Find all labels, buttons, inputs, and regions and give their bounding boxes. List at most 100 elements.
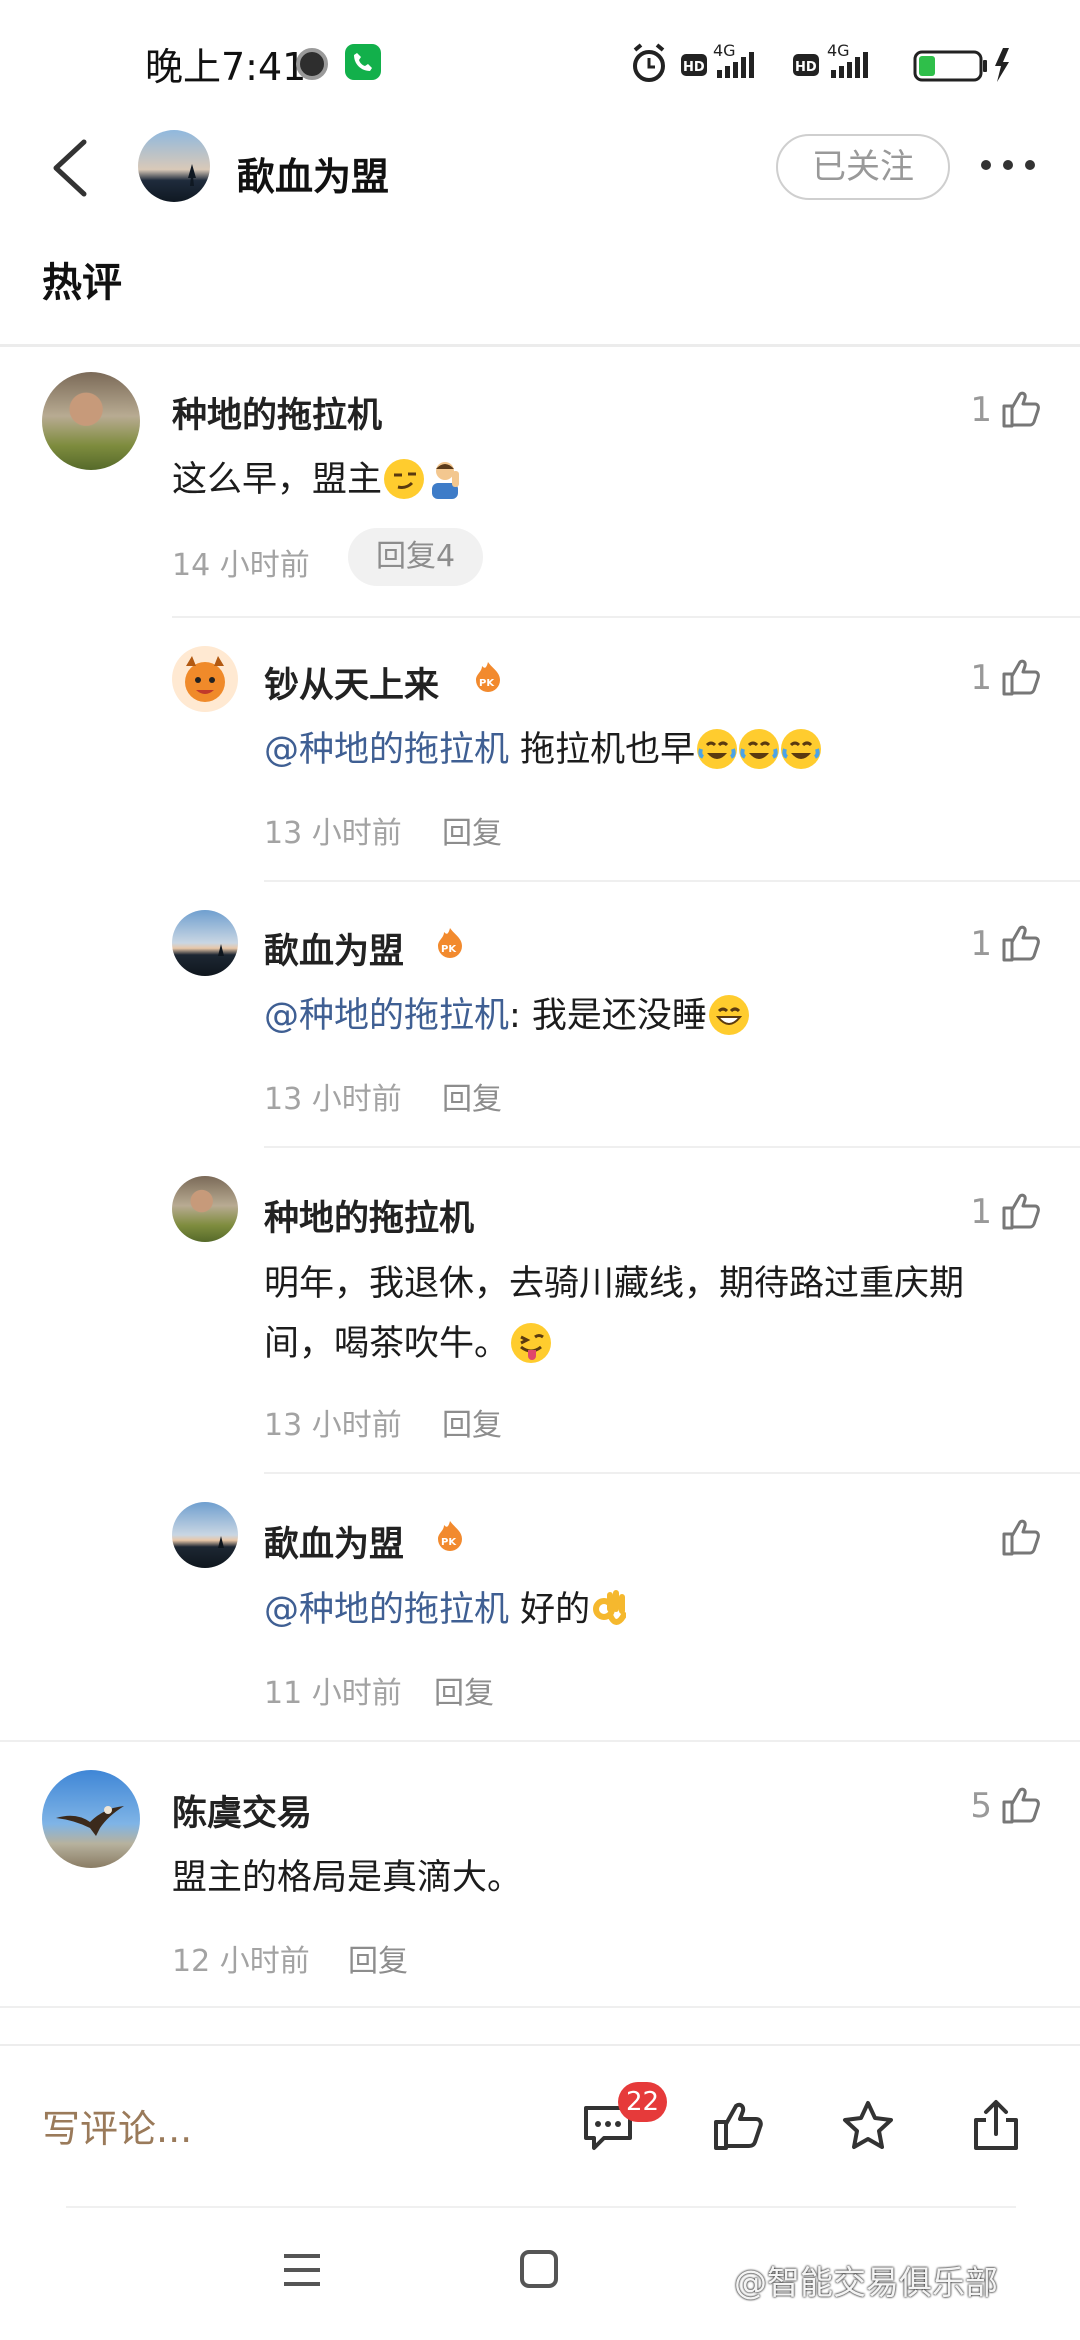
divider (0, 2006, 1080, 2008)
comment-author[interactable]: 陈虞交易 (172, 1785, 312, 1836)
comment-time: 13 小时前 (264, 1082, 402, 1117)
thumbs-up-icon (1002, 391, 1040, 428)
reply-button[interactable]: 回复 (442, 808, 502, 852)
comment-text: 这么早，盟主 (172, 450, 466, 510)
avatar[interactable] (42, 1770, 140, 1868)
phone-app-icon (345, 44, 381, 80)
divider (264, 1146, 1080, 1148)
comment-text: @种地的拖拉机: 我是还没睡 (264, 986, 749, 1046)
comment-text-line-1: 明年，我退休，去骑川藏线，期待路过重庆期 (264, 1264, 965, 1304)
hd-icon: HD (793, 54, 819, 76)
ok-hand-emoji-icon (590, 1587, 627, 1629)
comment-time: 13 小时前 (264, 1408, 402, 1443)
comment-author[interactable]: 歃血为盟 (264, 923, 404, 974)
comment-time: 13 小时前 (264, 816, 402, 851)
comment-author[interactable]: 种地的拖拉机 (264, 1190, 474, 1241)
write-comment-input[interactable]: 写评论... (42, 2098, 192, 2153)
like-button[interactable]: 1 (930, 656, 1042, 700)
svg-text:PK: PK (479, 678, 495, 689)
divider (0, 2044, 1080, 2046)
comment-text: @种地的拖拉机 拖拉机也早 (264, 720, 822, 780)
author-avatar[interactable] (138, 130, 210, 202)
pk-fire-badge-icon: PK (434, 1519, 466, 1551)
avatar[interactable] (172, 1176, 238, 1242)
reply-button[interactable]: 回复4 (348, 528, 484, 586)
thumbs-up-icon (1002, 1519, 1040, 1556)
home-button[interactable] (520, 2250, 558, 2288)
comment-time: 14 小时前 (172, 548, 310, 583)
comment-text-line-2: 间，喝茶吹牛。 (264, 1314, 552, 1374)
divider (172, 616, 1080, 618)
divider (0, 344, 1080, 347)
svg-text:HD: HD (683, 60, 705, 75)
facepalm-emoji-icon (424, 457, 466, 499)
reply-button[interactable]: 回复 (348, 1936, 408, 1980)
avatar[interactable] (172, 910, 238, 976)
comment-text: 盟主的格局是真滴大。 (172, 1858, 523, 1898)
like-button[interactable]: 1 (930, 388, 1042, 432)
like-count: 1 (970, 658, 992, 698)
grinning-emoji-icon (708, 995, 749, 1035)
like-count: 1 (970, 390, 992, 430)
watermark: @智能交易俱乐部 (734, 2263, 998, 2302)
avatar[interactable] (42, 372, 140, 470)
reply-button[interactable]: 回复 (442, 1074, 502, 1118)
star-icon[interactable] (840, 2098, 896, 2154)
divider (66, 2206, 1016, 2208)
more-options-icon[interactable] (978, 150, 1038, 180)
status-bar: 晚上7:41 HD 4G HD 4G (0, 0, 1080, 128)
comment-time: 12 小时前 (172, 1944, 310, 1979)
pk-fire-badge-icon: PK (434, 926, 466, 958)
menu-icon[interactable] (282, 2252, 322, 2288)
follow-button[interactable]: 已关注 (776, 134, 950, 200)
mention-link[interactable]: @种地的拖拉机 (264, 730, 509, 770)
reply-button[interactable]: 回复 (442, 1400, 502, 1444)
tears-of-joy-emoji-icon (781, 729, 822, 769)
thumbs-up-icon (1002, 925, 1040, 962)
divider (0, 1740, 1080, 1742)
mention-link[interactable]: @种地的拖拉机 (264, 1590, 509, 1630)
tears-of-joy-emoji-icon (739, 729, 780, 769)
avatar[interactable] (172, 1502, 238, 1568)
like-button[interactable]: 5 (930, 1784, 1042, 1828)
tongue-wink-emoji-icon (511, 1323, 552, 1363)
svg-text:4G: 4G (827, 41, 850, 60)
comment-count-badge: 22 (618, 2082, 668, 2122)
comment-author[interactable]: 钞从天上来 (264, 657, 439, 708)
svg-text:PK: PK (441, 1537, 457, 1548)
comment-author[interactable]: 歃血为盟 (264, 1516, 404, 1567)
avatar[interactable] (172, 646, 238, 712)
like-button[interactable]: 1 (930, 922, 1042, 966)
divider (264, 1472, 1080, 1474)
reply-button[interactable]: 回复 (434, 1668, 494, 1712)
like-button[interactable] (930, 1516, 1042, 1560)
thumbs-up-icon (1002, 1787, 1040, 1824)
notification-dot-icon (296, 48, 328, 80)
like-count: 1 (970, 1192, 992, 1232)
alarm-icon (633, 43, 665, 82)
divider (264, 880, 1080, 882)
status-icons: HD 4G HD 4G (625, 40, 1015, 88)
thumbs-up-icon (1002, 659, 1040, 696)
comment-author[interactable]: 种地的拖拉机 (172, 387, 382, 438)
hd-icon: HD (681, 54, 707, 76)
pk-fire-badge-icon: PK (472, 660, 504, 692)
mention-link[interactable]: @种地的拖拉机 (264, 996, 509, 1036)
smirk-emoji-icon (384, 459, 425, 499)
author-name[interactable]: 歃血为盟 (237, 146, 389, 201)
battery-icon (913, 48, 1009, 82)
tears-of-joy-emoji-icon (697, 729, 738, 769)
thumbs-up-icon[interactable] (710, 2098, 766, 2154)
svg-text:HD: HD (795, 60, 817, 75)
back-button[interactable] (48, 138, 92, 198)
svg-text:PK: PK (441, 944, 457, 955)
section-title: 热评 (42, 260, 122, 306)
status-time: 晚上7:41 (145, 45, 307, 89)
network-label: 4G (713, 41, 736, 60)
like-count: 1 (970, 924, 992, 964)
thumbs-up-icon (1002, 1193, 1040, 1230)
like-count: 5 (970, 1786, 992, 1826)
comment-text: @种地的拖拉机 好的 (264, 1580, 627, 1640)
share-icon[interactable] (968, 2098, 1024, 2154)
like-button[interactable]: 1 (930, 1190, 1042, 1234)
